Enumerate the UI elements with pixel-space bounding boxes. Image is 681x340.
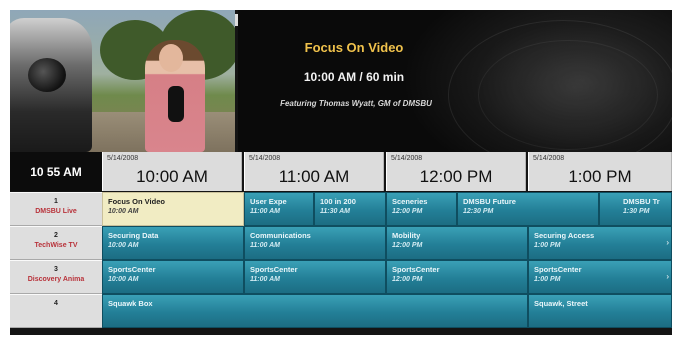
program-cell-start: 1:30 PM xyxy=(623,208,650,215)
timeslot-time: 1:00 PM xyxy=(568,167,632,186)
current-time: 10 55 AM xyxy=(10,152,102,191)
planet-ring-graphic xyxy=(478,40,658,150)
program-cell[interactable]: Communications 11:00 AM xyxy=(244,226,386,260)
channel-name: DMSBU Live xyxy=(35,208,77,215)
program-cell-start: 11:00 AM xyxy=(250,276,280,283)
program-cell[interactable]: SportsCenter 1:00 PM › xyxy=(528,260,672,294)
program-cell-start: 12:00 PM xyxy=(392,208,423,215)
program-cell-start: 12:00 PM xyxy=(392,276,423,283)
program-cell-title: Squawk, Street xyxy=(534,299,588,308)
more-arrow-icon: › xyxy=(666,238,669,247)
program-cell-title: Focus On Video xyxy=(108,197,165,206)
channel-name: Discovery Anima xyxy=(27,276,85,283)
program-cell-title: Squawk Box xyxy=(108,299,153,308)
timeslot-date: 5/14/2008 xyxy=(391,155,423,162)
program-cell-title: Sceneries xyxy=(392,197,428,206)
program-cell[interactable]: Securing Data 10:00 AM xyxy=(102,226,244,260)
timeslot-time: 12:00 PM xyxy=(419,167,493,186)
program-cell-selected[interactable]: Focus On Video 10:00 AM xyxy=(102,192,244,226)
microphone xyxy=(168,86,184,122)
program-cell[interactable]: Mobility 12:00 PM xyxy=(386,226,528,260)
program-cell-start: 1:00 PM xyxy=(534,242,561,249)
program-cell-start: 11:00 AM xyxy=(250,242,280,249)
camera-operator xyxy=(10,18,92,152)
channel-number: 2 xyxy=(54,232,58,239)
channel-name: TechWise TV xyxy=(34,242,78,249)
program-cell-title: SportsCenter xyxy=(392,265,440,274)
program-cell-title: Securing Access xyxy=(534,231,595,240)
timeslot-header: 5/14/2008 1:00 PM xyxy=(528,152,672,191)
program-cell[interactable]: SportsCenter 11:00 AM xyxy=(244,260,386,294)
timeslot-header: 5/14/2008 11:00 AM xyxy=(244,152,384,191)
video-preview[interactable] xyxy=(10,10,235,152)
program-cell-title: DMSBU Tr xyxy=(623,197,660,206)
program-cell-title: DMSBU Future xyxy=(463,197,516,206)
program-time: 10:00 AM / 60 min xyxy=(303,70,405,84)
channel-number: 1 xyxy=(54,198,58,205)
program-cell[interactable]: User Expe 11:00 AM xyxy=(244,192,314,226)
channel-1[interactable]: 1 DMSBU Live xyxy=(10,192,102,226)
channel-2[interactable]: 2 TechWise TV xyxy=(10,226,102,260)
more-arrow-icon: › xyxy=(666,272,669,281)
program-cell[interactable]: 100 in 200 11:30 AM xyxy=(314,192,386,226)
guide-screen: Focus On Video 10:00 AM / 60 min Featuri… xyxy=(10,10,672,335)
program-cell-title: SportsCenter xyxy=(250,265,298,274)
timeslot-date: 5/14/2008 xyxy=(107,155,139,162)
program-cell[interactable]: Sceneries 12:00 PM xyxy=(386,192,457,226)
program-cell[interactable]: Securing Access 1:00 PM › xyxy=(528,226,672,260)
program-cell[interactable]: Squawk Box xyxy=(102,294,528,328)
program-cell-start: 11:30 AM xyxy=(320,208,350,215)
program-cell-start: 11:00 AM xyxy=(250,208,280,215)
channel-4[interactable]: 4 xyxy=(10,294,102,328)
program-cell[interactable]: Squawk, Street xyxy=(528,294,672,328)
program-cell-title: Securing Data xyxy=(108,231,159,240)
camera-lens xyxy=(28,58,66,92)
program-cell-start: 10:00 AM xyxy=(108,276,139,283)
program-cell-title: User Expe xyxy=(250,197,287,206)
timeslot-header: 5/14/2008 10:00 AM xyxy=(102,152,242,191)
timeslot-time: 11:00 AM xyxy=(278,167,350,186)
program-cell-title: SportsCenter xyxy=(534,265,582,274)
reporter-face xyxy=(159,44,183,72)
program-cell-start: 12:30 PM xyxy=(463,208,494,215)
program-cell-title: Communications xyxy=(250,231,311,240)
program-cell[interactable]: DMSBU Future 12:30 PM xyxy=(457,192,599,226)
program-cell-title: 100 in 200 xyxy=(320,197,356,206)
program-info-panel: Focus On Video 10:00 AM / 60 min Featuri… xyxy=(238,10,672,152)
program-cell[interactable]: SportsCenter 10:00 AM xyxy=(102,260,244,294)
timeslot-time: 10:00 AM xyxy=(136,167,208,186)
timeslot-header: 5/14/2008 12:00 PM xyxy=(386,152,526,191)
program-title: Focus On Video xyxy=(304,40,404,55)
program-cell-start: 12:00 PM xyxy=(392,242,423,249)
program-cell-title: SportsCenter xyxy=(108,265,156,274)
channel-3[interactable]: 3 Discovery Anima xyxy=(10,260,102,294)
timeslot-date: 5/14/2008 xyxy=(249,155,281,162)
program-cell-start: 1:00 PM xyxy=(534,276,561,283)
program-cell[interactable]: DMSBU Tr 1:30 PM xyxy=(599,192,672,226)
program-cell-start: 10:00 AM xyxy=(108,242,139,249)
program-cell[interactable]: SportsCenter 12:00 PM xyxy=(386,260,528,294)
channel-number: 3 xyxy=(54,266,58,273)
channel-number: 4 xyxy=(54,300,58,307)
program-cell-start: 10:00 AM xyxy=(108,208,139,215)
program-cell-title: Mobility xyxy=(392,231,421,240)
program-description: Featuring Thomas Wyatt, GM of DMSBU xyxy=(280,99,432,108)
timeslot-date: 5/14/2008 xyxy=(533,155,565,162)
